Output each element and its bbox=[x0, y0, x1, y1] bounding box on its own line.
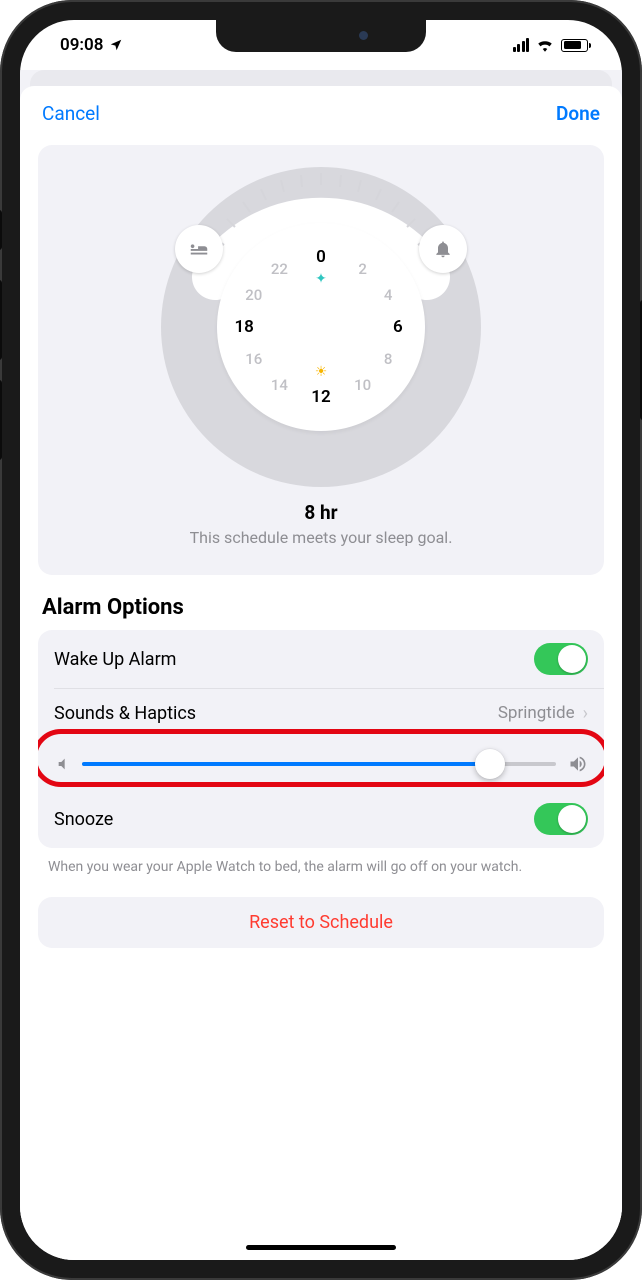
hour-0: 0 bbox=[316, 247, 326, 267]
hour-4: 4 bbox=[384, 286, 393, 304]
screen: 09:08 Cancel Done bbox=[20, 20, 622, 1260]
sounds-haptics-row[interactable]: Sounds & Haptics Springtide › bbox=[38, 688, 604, 738]
bedtime-handle[interactable] bbox=[175, 225, 223, 273]
hour-10: 10 bbox=[354, 376, 371, 394]
sounds-haptics-label: Sounds & Haptics bbox=[54, 703, 498, 724]
hour-16: 16 bbox=[245, 350, 262, 368]
snooze-label: Snooze bbox=[54, 809, 534, 830]
sun-icon: ☀ bbox=[315, 364, 328, 380]
modal-sheet: Cancel Done bbox=[20, 86, 622, 1260]
wake-up-alarm-label: Wake Up Alarm bbox=[54, 649, 534, 670]
sleep-duration: 8 hr bbox=[56, 501, 586, 524]
wake-up-alarm-row[interactable]: Wake Up Alarm bbox=[38, 630, 604, 688]
status-bar: 09:08 bbox=[20, 20, 622, 70]
sleep-dial-card: 0 2 4 6 8 10 12 14 16 18 20 22 ✦ ☀ bbox=[38, 145, 604, 575]
hour-12: 12 bbox=[311, 387, 330, 407]
mute-switch bbox=[0, 210, 2, 250]
device-frame: 09:08 Cancel Done bbox=[0, 0, 642, 1280]
done-button[interactable]: Done bbox=[556, 102, 600, 125]
sounds-haptics-value: Springtide bbox=[498, 703, 575, 723]
nav-bar: Cancel Done bbox=[20, 86, 622, 135]
volume-slider-row bbox=[38, 738, 604, 790]
reset-to-schedule-button[interactable]: Reset to Schedule bbox=[38, 897, 604, 948]
chevron-right-icon: › bbox=[583, 703, 588, 724]
hour-22: 22 bbox=[271, 260, 288, 278]
sleep-duration-subtitle: This schedule meets your sleep goal. bbox=[56, 528, 586, 547]
volume-slider-thumb[interactable] bbox=[475, 749, 505, 779]
status-time: 09:08 bbox=[60, 35, 103, 55]
hour-20: 20 bbox=[245, 286, 262, 304]
volume-up-button bbox=[0, 280, 2, 360]
home-indicator[interactable] bbox=[246, 1245, 396, 1250]
alarm-options-list: Wake Up Alarm Sounds & Haptics Springtid… bbox=[38, 630, 604, 848]
cancel-button[interactable]: Cancel bbox=[42, 102, 100, 125]
battery-icon bbox=[561, 39, 588, 52]
cellular-icon bbox=[513, 38, 530, 52]
wake-handle[interactable] bbox=[419, 225, 467, 273]
volume-down-button bbox=[0, 380, 2, 460]
stars-icon: ✦ bbox=[315, 271, 327, 287]
hour-14: 14 bbox=[271, 376, 288, 394]
snooze-row[interactable]: Snooze bbox=[38, 790, 604, 848]
hour-18: 18 bbox=[234, 317, 253, 337]
wake-up-alarm-toggle[interactable] bbox=[534, 643, 588, 675]
volume-high-icon bbox=[568, 754, 588, 774]
sleep-dial[interactable]: 0 2 4 6 8 10 12 14 16 18 20 22 ✦ ☀ bbox=[161, 167, 481, 487]
alarm-options-title: Alarm Options bbox=[42, 595, 600, 620]
bell-icon bbox=[433, 239, 453, 259]
reset-to-schedule-label: Reset to Schedule bbox=[249, 912, 393, 933]
volume-slider[interactable] bbox=[82, 750, 556, 778]
snooze-toggle[interactable] bbox=[534, 803, 588, 835]
volume-low-icon bbox=[54, 756, 70, 772]
hour-8: 8 bbox=[384, 350, 393, 368]
location-icon bbox=[109, 38, 123, 52]
hour-2: 2 bbox=[358, 260, 367, 278]
hour-6: 6 bbox=[393, 317, 403, 337]
wifi-icon bbox=[536, 38, 554, 52]
footer-text: When you wear your Apple Watch to bed, t… bbox=[48, 858, 594, 877]
bed-icon bbox=[188, 238, 210, 260]
